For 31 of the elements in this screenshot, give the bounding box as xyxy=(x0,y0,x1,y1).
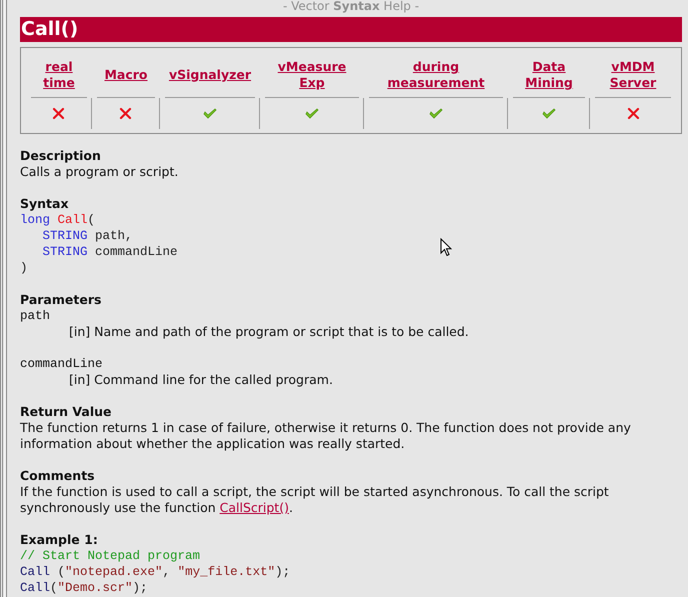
section-heading: Description xyxy=(20,148,102,164)
parameter-description: [in] Name and path of the program or script that is to be called. xyxy=(68,324,470,340)
section-heading: Example 1: xyxy=(20,532,99,548)
section-text: The function returns 1 in case of failure, otherwise it returns 0. The function does not provide any information about whether the application was really started. xyxy=(20,420,632,452)
product-link[interactable]: real time xyxy=(43,59,75,91)
section-heading: Syntax xyxy=(20,196,70,212)
code-line: Call("Demo.scr"); xyxy=(20,580,148,596)
product-link[interactable]: vMeasure Exp xyxy=(278,59,346,91)
section-text: If the function is used to call a script, the script will be started asynchronous. To call the script synchronously use the function CallScript(). xyxy=(20,484,610,516)
mouse-pointer-icon xyxy=(440,238,452,257)
code-line: STRING commandLine xyxy=(42,244,178,260)
product-link[interactable]: Data Mining xyxy=(525,59,573,91)
code-line: STRING path, xyxy=(42,228,133,244)
callscript-link[interactable]: CallScript() xyxy=(220,500,289,515)
page-title-bar: Call() xyxy=(20,17,682,42)
product-link[interactable]: during measurement xyxy=(387,59,485,91)
parameter-description: [in] Command line for the called program. xyxy=(68,372,334,388)
help-header: - Vector Syntax Help - xyxy=(282,0,420,13)
section-heading: Comments xyxy=(20,468,96,484)
parameter-name: commandLine xyxy=(20,356,104,372)
product-link[interactable]: vMDM Server xyxy=(610,59,656,91)
code-line: Call ("notepad.exe", "my_file.txt"); xyxy=(20,564,290,580)
code-line: ) xyxy=(20,260,28,276)
section-heading: Parameters xyxy=(20,292,102,308)
product-link[interactable]: vSignalyzer xyxy=(168,67,252,83)
product-link[interactable]: Macro xyxy=(104,67,148,83)
section-text: Calls a program or script. xyxy=(20,164,180,180)
parameter-name: path xyxy=(20,308,52,324)
code-line: // Start Notepad program xyxy=(20,548,200,564)
section-heading: Return Value xyxy=(20,404,112,420)
code-line: long Call( xyxy=(20,212,96,228)
